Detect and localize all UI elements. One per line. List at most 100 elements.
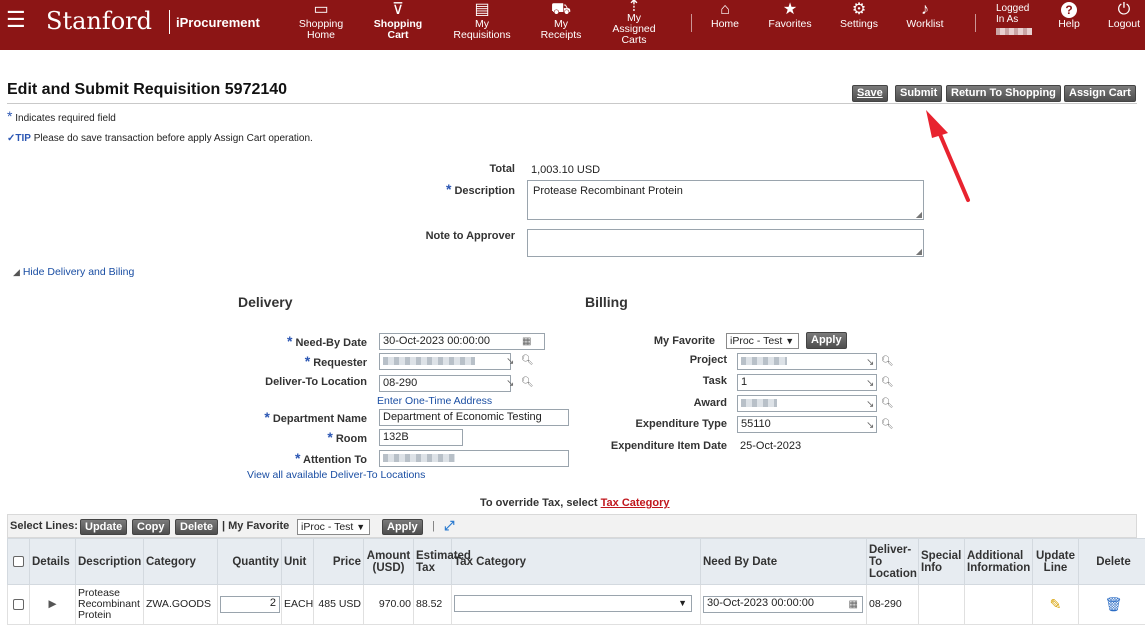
billing-favorite-select[interactable]: iProc - Test ▼ <box>726 333 799 349</box>
resize-grip-icon[interactable]: ◢ <box>916 210 922 219</box>
lines-favorite-label: | My Favorite <box>222 520 290 532</box>
header-delete[interactable]: Delete <box>1078 538 1145 585</box>
calendar-icon[interactable]: ▦ <box>849 599 858 610</box>
room-label-text: Room <box>335 433 367 445</box>
header-description[interactable]: Description <box>75 538 144 585</box>
billing-heading: Billing <box>585 294 628 310</box>
clear-icon[interactable]: ↘ <box>866 399 874 410</box>
clear-icon[interactable]: ↘ <box>866 378 874 389</box>
header-special-info[interactable]: Special Info <box>918 538 965 585</box>
project-label: Project <box>689 354 727 366</box>
clear-icon[interactable]: ↘ <box>506 378 514 389</box>
attention-to-label: * Attention To <box>294 450 367 466</box>
row-additional-information <box>964 584 1033 625</box>
hide-delivery-billing-label: Hide Delivery and Biling <box>22 266 135 278</box>
pencil-icon[interactable]: ✎ <box>1032 584 1079 625</box>
lines-favorite-select[interactable]: iProc - Test ▼ <box>297 519 370 535</box>
task-input[interactable]: 1 <box>737 374 877 391</box>
expenditure-item-date-value: 25-Oct-2023 <box>740 440 802 452</box>
chevron-down-icon: ▼ <box>356 522 366 532</box>
attention-to-input[interactable] <box>379 450 569 467</box>
header-amount[interactable]: Amount (USD) <box>363 538 414 585</box>
row-need-by-input[interactable]: 30-Oct-2023 00:00:00 ▦ <box>703 596 863 613</box>
row-quantity-input[interactable]: 2 <box>220 596 280 613</box>
select-all-header <box>7 538 30 585</box>
redacted-project <box>741 357 787 366</box>
expenditure-type-input[interactable]: 55110 <box>737 416 877 433</box>
hide-delivery-billing-link[interactable]: ◢ Hide Delivery and Biling <box>13 266 134 278</box>
row-need-by-cell: 30-Oct-2023 00:00:00 ▦ <box>700 584 867 625</box>
project-input[interactable] <box>737 353 877 370</box>
view-all-locations-link[interactable]: View all available Deliver-To Locations <box>247 469 425 481</box>
delivery-heading: Delivery <box>238 294 293 310</box>
search-icon[interactable]: 🔍︎ <box>881 419 894 430</box>
department-name-value: Department of Economic Testing <box>383 411 542 423</box>
award-input[interactable] <box>737 395 877 412</box>
task-value: 1 <box>741 376 748 388</box>
room-label: * Room <box>327 429 367 445</box>
tax-category-link[interactable]: Tax Category <box>601 497 670 509</box>
department-name-label: * Department Name <box>264 409 367 425</box>
billing-favorite-value: iProc - Test <box>730 335 783 347</box>
clear-icon[interactable]: ↘ <box>866 420 874 431</box>
header-price[interactable]: Price <box>313 538 364 585</box>
header-quantity[interactable]: Quantity <box>217 538 282 585</box>
award-label: Award <box>693 397 727 409</box>
deliver-to-location-label: Deliver-To Location <box>265 376 367 388</box>
department-name-input[interactable]: Department of Economic Testing <box>379 409 569 426</box>
header-details[interactable]: Details <box>29 538 76 585</box>
row-description: Protease Recombinant Protein <box>75 584 144 625</box>
lines-delete-button[interactable]: Delete <box>175 519 219 535</box>
expand-row-icon[interactable]: ▶ <box>29 584 76 625</box>
search-icon[interactable]: 🔍︎ <box>521 377 534 388</box>
header-need-by-date[interactable]: Need By Date <box>700 538 867 585</box>
header-category[interactable]: Category <box>143 538 218 585</box>
requisition-lines-table: Details Description Category Quantity Un… <box>7 538 1145 625</box>
collapse-triangle-icon: ◢ <box>13 267 20 277</box>
row-tax-category-select[interactable]: ▼ <box>454 594 692 612</box>
row-deliver-to: 08-290 <box>866 584 919 625</box>
expand-icon[interactable]: ⤢ <box>444 518 454 534</box>
room-input[interactable]: 132B <box>379 429 463 446</box>
department-name-label-text: Department Name <box>272 413 367 425</box>
lines-apply-button[interactable]: Apply <box>382 519 423 535</box>
lines-favorite-value: iProc - Test <box>301 521 354 533</box>
header-tax-category[interactable]: Tax Category <box>451 538 701 585</box>
select-all-checkbox[interactable] <box>13 555 24 567</box>
header-unit[interactable]: Unit <box>281 538 314 585</box>
search-icon[interactable]: 🔍︎ <box>881 398 894 409</box>
lines-update-button[interactable]: Update <box>80 519 128 535</box>
requester-label: * Requester <box>304 353 367 369</box>
row-unit: EACH <box>281 584 314 625</box>
total-value: 1,003.10 USD <box>531 164 601 176</box>
clear-icon[interactable]: ↘ <box>506 356 514 367</box>
header-additional-information[interactable]: Additional Information <box>964 538 1033 585</box>
search-icon[interactable]: 🔍︎ <box>521 355 534 366</box>
clear-icon[interactable]: ↘ <box>866 357 874 368</box>
deliver-to-location-input[interactable]: 08-290 <box>379 375 511 392</box>
note-to-approver-field[interactable]: ◢ <box>527 229 924 257</box>
redacted-award <box>741 399 777 408</box>
need-by-date-input[interactable]: 30-Oct-2023 00:00:00 <box>379 333 545 350</box>
table-row: ▶ Protease Recombinant Protein ZWA.GOODS… <box>7 584 1145 625</box>
trash-icon[interactable]: 🗑︎ <box>1078 584 1145 625</box>
search-icon[interactable]: 🔍︎ <box>881 356 894 367</box>
enter-one-time-address-link[interactable]: Enter One-Time Address <box>377 395 492 407</box>
row-need-by-value: 30-Oct-2023 00:00:00 <box>707 597 815 609</box>
header-update-line[interactable]: Update Line <box>1032 538 1079 585</box>
requester-label-text: Requester <box>313 357 367 369</box>
row-amount: 970.00 <box>363 584 414 625</box>
header-estimated-tax[interactable]: Estimated Tax <box>413 538 471 585</box>
row-special-info <box>918 584 965 625</box>
calendar-icon[interactable]: ▦ <box>522 336 531 347</box>
description-label-text: Description <box>454 185 515 197</box>
resize-grip-icon[interactable]: ◢ <box>916 247 922 256</box>
row-checkbox[interactable] <box>13 598 24 610</box>
billing-apply-button[interactable]: Apply <box>806 332 847 349</box>
lines-copy-button[interactable]: Copy <box>132 519 170 535</box>
need-by-date-label-text: Need-By Date <box>295 337 367 349</box>
search-icon[interactable]: 🔍︎ <box>881 377 894 388</box>
description-field[interactable]: Protease Recombinant Protein ◢ <box>527 180 924 220</box>
requester-input[interactable] <box>379 353 511 370</box>
header-deliver-to-location[interactable]: Deliver-To Location <box>866 538 919 585</box>
